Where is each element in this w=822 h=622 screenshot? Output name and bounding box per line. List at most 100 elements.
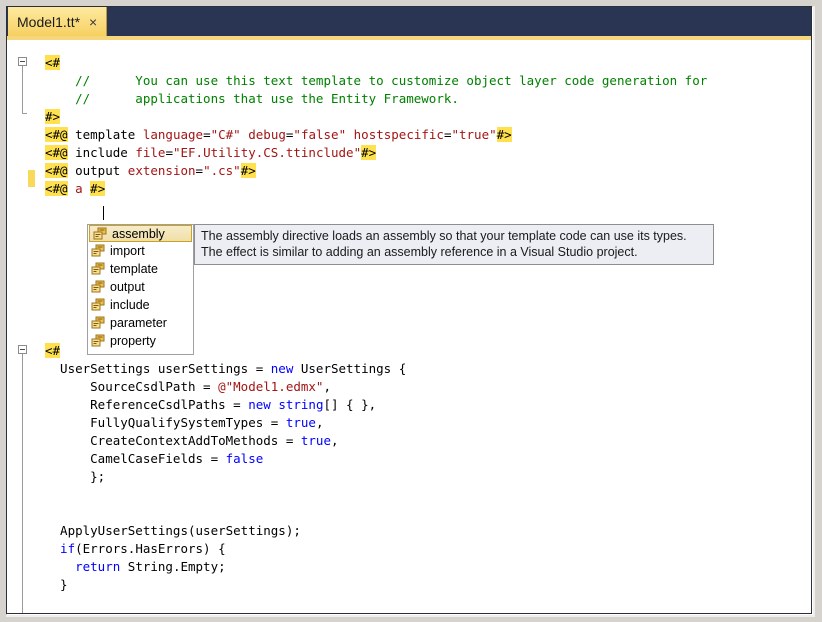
code-token: return — [45, 559, 120, 574]
fold-toggle-region-2[interactable] — [18, 345, 27, 354]
completion-item-include[interactable]: include — [88, 296, 193, 314]
completion-item-template[interactable]: template — [88, 260, 193, 278]
code-token — [68, 127, 76, 142]
code-token: <# — [45, 343, 60, 358]
code-token: extension — [128, 163, 196, 178]
quick-info-tooltip: The assembly directive loads an assembly… — [194, 224, 714, 265]
code-token: [] { }, — [323, 397, 376, 412]
code-line: <# — [45, 54, 707, 72]
code-token: #> — [45, 109, 60, 124]
code-token: <#@ — [45, 181, 68, 196]
fold-toggle-region-1[interactable] — [18, 57, 27, 66]
code-line — [45, 198, 707, 216]
code-token: String.Empty; — [120, 559, 225, 574]
code-token: if — [45, 541, 75, 556]
code-token: "true" — [451, 127, 496, 142]
code-token: = — [196, 163, 204, 178]
completion-item-property[interactable]: property — [88, 332, 193, 350]
completion-item-assembly[interactable]: assembly — [89, 225, 192, 242]
completion-item-parameter[interactable]: parameter — [88, 314, 193, 332]
code-token: new — [248, 397, 271, 412]
code-token: "C#" — [211, 127, 241, 142]
code-token: ReferenceCsdlPaths = — [45, 397, 248, 412]
completion-item-label: template — [110, 262, 158, 276]
code-token: UserSettings userSettings = — [45, 361, 271, 376]
code-token: FullyQualifySystemTypes = — [45, 415, 286, 430]
code-token: } — [45, 577, 68, 592]
code-editor-surface[interactable]: <# // You can use this text template to … — [7, 40, 811, 613]
code-token: template — [75, 127, 135, 142]
code-line: <#@ a #> — [45, 180, 707, 198]
code-token: <#@ — [45, 163, 68, 178]
completion-item-import[interactable]: import — [88, 242, 193, 260]
keyword-icon — [91, 262, 106, 276]
completion-item-label: include — [110, 298, 150, 312]
window-frame-highlight-right — [813, 6, 815, 615]
code-token: <# — [45, 55, 60, 70]
code-token: , — [316, 415, 324, 430]
code-line: } — [45, 576, 707, 594]
fold-line-region-1 — [22, 66, 23, 113]
code-token: #> — [241, 163, 256, 178]
code-token — [135, 127, 143, 142]
code-token: "false" — [293, 127, 346, 142]
code-line: // applications that use the Entity Fram… — [45, 90, 707, 108]
quick-info-text: The assembly directive loads an assembly… — [201, 229, 687, 259]
code-token: language — [143, 127, 203, 142]
margin-separator — [35, 40, 36, 613]
fold-line-region-2 — [22, 354, 23, 613]
code-token: // You can use this text template to cus… — [45, 73, 707, 88]
code-token: #> — [361, 145, 376, 160]
code-token — [68, 145, 76, 160]
change-tracking-margin — [28, 40, 35, 613]
code-token: ".cs" — [203, 163, 241, 178]
code-token: output — [75, 163, 120, 178]
code-token: , — [323, 379, 331, 394]
code-token: }; — [45, 469, 105, 484]
close-icon[interactable]: × — [89, 15, 97, 29]
code-token: <#@ — [45, 145, 68, 160]
directive-completion-list[interactable]: assembly import template output include param… — [87, 224, 194, 355]
code-line — [45, 486, 707, 504]
code-line: ReferenceCsdlPaths = new string[] { }, — [45, 396, 707, 414]
code-token: CreateContextAddToMethods = — [45, 433, 301, 448]
tab-label: Model1.tt* — [17, 14, 80, 30]
code-line: #> — [45, 108, 707, 126]
code-token: @"Model1.edmx" — [218, 379, 323, 394]
code-line: UserSettings userSettings = new UserSett… — [45, 360, 707, 378]
keyword-icon — [91, 334, 106, 348]
code-line: FullyQualifySystemTypes = true, — [45, 414, 707, 432]
code-token: hostspecific — [354, 127, 444, 142]
code-line: MetadataLoader loader = new MetadataLoad… — [45, 612, 707, 613]
code-token: CamelCaseFields = — [45, 451, 226, 466]
completion-item-label: property — [110, 334, 156, 348]
code-line: if(Errors.HasErrors) { — [45, 540, 707, 558]
code-token: true — [286, 415, 316, 430]
code-line — [45, 504, 707, 522]
code-token: = — [165, 145, 173, 160]
tab-model1-tt[interactable]: Model1.tt* × — [8, 7, 107, 36]
completion-item-label: output — [110, 280, 145, 294]
code-token: UserSettings { — [293, 361, 406, 376]
code-token — [346, 127, 354, 142]
code-token: "EF.Utility.CS.ttinclude" — [173, 145, 361, 160]
code-token: false — [226, 451, 264, 466]
code-token: #> — [497, 127, 512, 142]
code-line: ApplyUserSettings(userSettings); — [45, 522, 707, 540]
keyword-icon — [91, 244, 106, 258]
fold-line-region-1-foot — [22, 113, 27, 114]
code-token — [68, 181, 76, 196]
code-line: <#@ output extension=".cs"#> — [45, 162, 707, 180]
code-token: (Errors.HasErrors) { — [75, 541, 226, 556]
code-token: = — [203, 127, 211, 142]
code-token: true — [301, 433, 331, 448]
code-line — [45, 594, 707, 612]
completion-item-label: import — [110, 244, 145, 258]
code-token: a — [75, 181, 83, 196]
code-token: <#@ — [45, 127, 68, 142]
completion-item-output[interactable]: output — [88, 278, 193, 296]
code-token: file — [135, 145, 165, 160]
editor-window: Model1.tt* × <# // You can use this text… — [6, 6, 812, 614]
code-token: string — [278, 397, 323, 412]
code-line: <#@ template language="C#" debug="false"… — [45, 126, 707, 144]
